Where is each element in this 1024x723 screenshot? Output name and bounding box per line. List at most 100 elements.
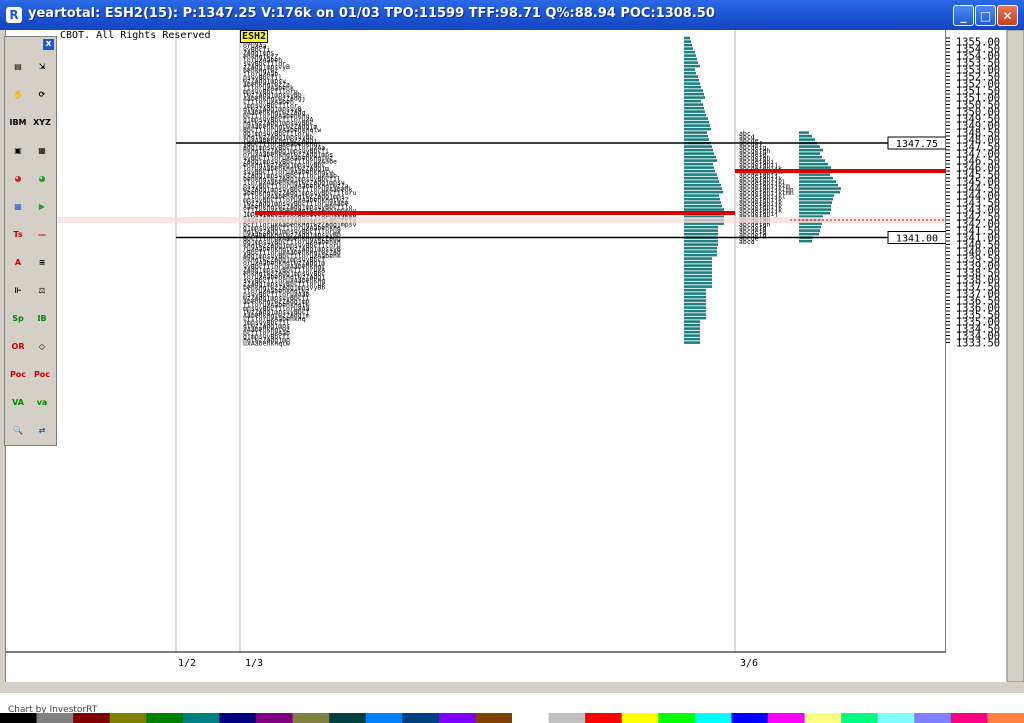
color-swatch [73, 713, 111, 723]
volume-bar [684, 103, 703, 106]
volume-bar [684, 260, 712, 264]
pie-chart-icon[interactable]: ◕ [8, 169, 28, 189]
volume-bar [799, 232, 819, 236]
a-icon[interactable]: A [8, 253, 28, 273]
color-swatch [658, 713, 696, 723]
app-icon: R [6, 7, 22, 23]
hand-icon[interactable]: ✋ [8, 85, 28, 105]
tpo-row: abcd [739, 238, 755, 246]
color-swatch [146, 713, 184, 723]
va-vo-icon[interactable]: va [32, 393, 52, 413]
xyz-icon[interactable]: XYZ [32, 113, 52, 133]
volume-bar [684, 138, 709, 141]
play-icon[interactable]: ▶ [32, 197, 52, 217]
ib-icon[interactable]: IB [32, 309, 52, 329]
close-button[interactable]: ✕ [997, 5, 1018, 26]
color-swatch [219, 713, 257, 723]
volume-bar [684, 96, 705, 99]
arrows-icon[interactable]: ⇄ [32, 421, 52, 441]
volume-bar [684, 85, 701, 89]
volume-bar [684, 341, 700, 344]
va-icon[interactable]: VA [8, 393, 28, 413]
volume-bar [799, 194, 834, 197]
volume-bar [799, 131, 809, 134]
volume-bar [684, 257, 712, 260]
volume-bar [684, 187, 722, 190]
select-icon[interactable]: ▤ [8, 57, 28, 77]
line-icon[interactable]: — [32, 225, 52, 245]
color-swatch [987, 713, 1024, 723]
or-icon[interactable]: OR [8, 337, 28, 357]
grid-icon[interactable]: ▦ [8, 197, 28, 217]
pointer-icon[interactable]: ⇲ [32, 57, 52, 77]
volume-bar [684, 264, 712, 267]
volume-bar [799, 190, 840, 194]
color-swatch [585, 713, 623, 723]
poc-icon[interactable]: Poc [8, 365, 28, 385]
color-swatch [438, 713, 477, 723]
volume-bar [684, 190, 723, 194]
volume-bar [684, 120, 709, 124]
camera-icon[interactable]: ▣ [8, 141, 28, 161]
volume-bar [684, 271, 712, 274]
volume-bar [799, 229, 820, 232]
volume-bar [799, 197, 833, 201]
volume-bar [684, 113, 706, 117]
ibm-icon[interactable]: IBM [8, 113, 28, 133]
volume-bar [799, 208, 831, 211]
volume-bar [799, 138, 815, 141]
scale-icon[interactable]: ⚖ [32, 281, 52, 301]
volume-bar [684, 197, 720, 201]
color-swatch [694, 713, 733, 723]
tool-palette[interactable]: x ▤ ⇲ ✋ ⟳ IBM XYZ ▣ ▦ ◕ ◕ ▦ ▶ Ts — A ≡ ⊩ ⚖ Sp IB OR ◇ Poc Poc VA… [4, 36, 57, 446]
color-swatch [329, 713, 367, 723]
color-swatch [512, 713, 550, 723]
color-bar [0, 713, 1024, 723]
price-axis: 1355.001354.501354.001353.501353.001352.… [946, 30, 1024, 682]
sp-icon[interactable]: Sp [8, 309, 28, 329]
diamond-icon[interactable]: ◇ [32, 337, 52, 357]
volume-bar [684, 89, 703, 92]
magnifier-icon[interactable]: 🔍 [8, 421, 28, 441]
volume-bar [684, 316, 706, 320]
vertical-scrollbar[interactable] [1006, 30, 1024, 682]
market-profile-chart[interactable]: adgjmhknqtoruxAavyBbcfiZadgjmpsehknqtwzZ… [0, 30, 1024, 723]
volume-bar [684, 162, 713, 166]
chart-canvas[interactable]: adgjmhknqtoruxAavyBbcfiZadgjmpsehknqtwzZ… [0, 30, 1024, 682]
volume-bar [684, 278, 712, 281]
color-swatch [402, 713, 440, 723]
volume-bar [684, 159, 717, 162]
tpo-rows: adgjmhknqtoruxAavyBbcfiZadgjmpsehknqtwzZ… [243, 35, 724, 348]
color-swatch [768, 713, 806, 723]
volume-bar [684, 180, 719, 183]
volume-bar [684, 285, 712, 288]
ts-icon[interactable]: Ts [8, 225, 28, 245]
volume-bar [684, 176, 718, 180]
volume-bar [799, 134, 812, 138]
document-icon[interactable]: ▦ [32, 141, 52, 161]
pie-chart-2-icon[interactable]: ◕ [32, 169, 52, 189]
palette-close-icon[interactable]: x [43, 39, 54, 50]
volume-bar [799, 162, 828, 166]
fibonacci-icon[interactable]: ⊩ [8, 281, 28, 301]
lines-icon[interactable]: ≡ [32, 253, 52, 273]
volume-bar [684, 183, 721, 187]
volume-bar [684, 323, 700, 327]
volume-bar [684, 246, 717, 250]
volume-bar [684, 166, 714, 169]
volume-bar [799, 148, 823, 152]
volume-bar [684, 82, 700, 85]
volume-bar [684, 309, 706, 313]
volume-bar [684, 92, 704, 96]
volume-bar [799, 201, 832, 204]
volume-bar [799, 180, 836, 183]
maximize-button[interactable]: □ [975, 5, 996, 26]
color-swatch [841, 713, 879, 723]
minimize-button[interactable]: _ [953, 5, 974, 26]
volume-bar [799, 211, 830, 215]
poc-cv-icon[interactable]: Poc [32, 365, 52, 385]
refresh-icon[interactable]: ⟳ [32, 85, 52, 105]
volume-bar [684, 281, 712, 285]
volume-bar [684, 334, 700, 337]
color-swatch [475, 713, 513, 723]
